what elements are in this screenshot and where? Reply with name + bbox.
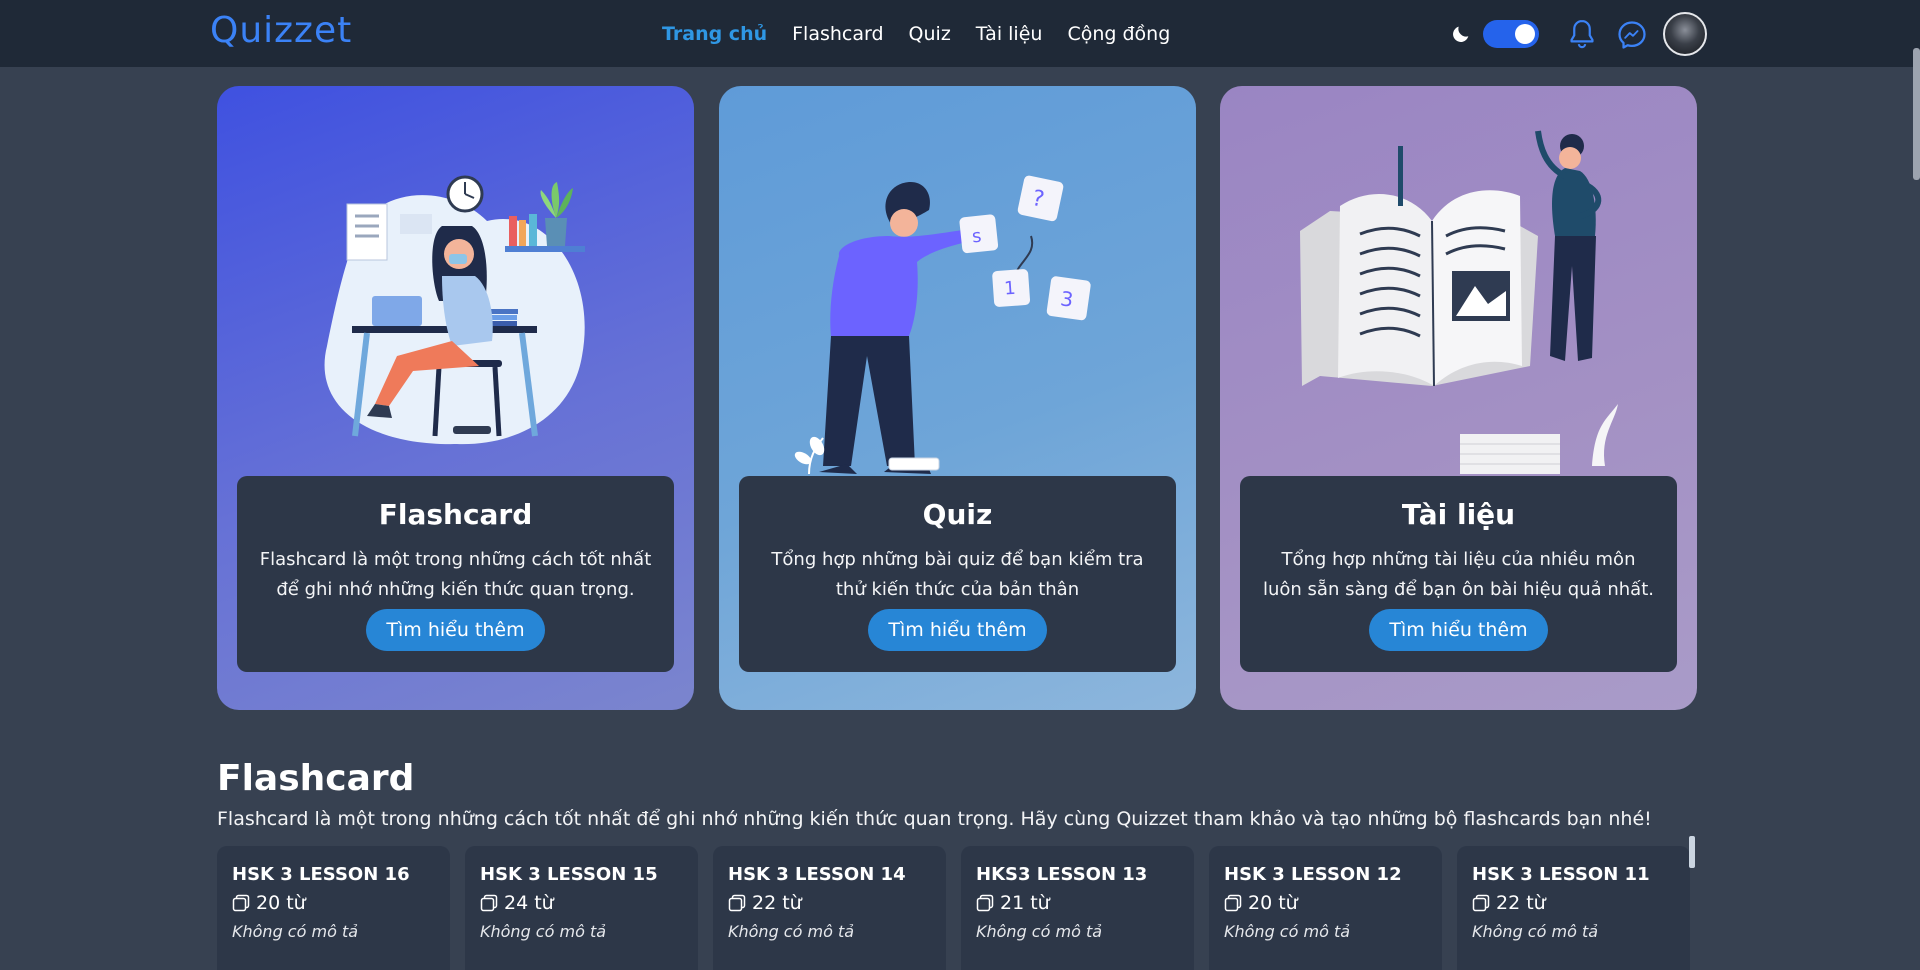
deck-title: HSK 3 LESSON 11 <box>1472 864 1650 885</box>
deck-count-text: 20 từ <box>1248 892 1298 914</box>
hero-desc-quiz: Tổng hợp những bài quiz để bạn kiểm tra … <box>755 545 1160 605</box>
hero-title-flashcard: Flashcard <box>378 498 533 531</box>
deck-count-text: 20 từ <box>256 892 306 914</box>
hero-info-quiz: Quiz Tổng hợp những bài quiz để bạn kiểm… <box>739 476 1176 672</box>
cards-icon <box>232 894 250 912</box>
messenger-icon[interactable] <box>1617 20 1647 50</box>
nav-quiz[interactable]: Quiz <box>909 23 951 45</box>
hero-desc-line-1: Flashcard là một trong những cách tốt nh… <box>259 549 652 570</box>
cards-icon <box>480 894 498 912</box>
flashcard-illustration <box>324 175 585 445</box>
learn-more-quiz-button[interactable]: Tìm hiểu thêm <box>868 609 1047 651</box>
hero-card-quiz: s ? 1 3 Quiz Tổng hợp những bài quiz để … <box>719 86 1196 710</box>
learn-more-flashcard-button[interactable]: Tìm hiểu thêm <box>366 609 545 651</box>
hero-card-documents: Tài liệu Tổng hợp những tài liệu của nhi… <box>1220 86 1697 710</box>
hero-title-documents: Tài liệu <box>1401 498 1516 531</box>
deck-word-count: 20 từ <box>1224 892 1427 914</box>
deck-word-count: 22 từ <box>1472 892 1675 914</box>
deck-word-count: 20 từ <box>232 892 435 914</box>
hero-desc-line-1: Tổng hợp những bài quiz để bạn kiểm tra <box>771 549 1144 570</box>
deck-card[interactable]: HKS3 LESSON 13 21 từ Không có mô tả <box>961 846 1194 970</box>
deck-description: Không có mô tả <box>480 922 607 941</box>
cards-icon <box>728 894 746 912</box>
deck-description: Không có mô tả <box>1472 922 1599 941</box>
cards-icon <box>976 894 994 912</box>
hero-info-documents: Tài liệu Tổng hợp những tài liệu của nhi… <box>1240 476 1677 672</box>
dark-mode-toggle[interactable] <box>1483 20 1539 48</box>
hero-card-flashcard: Flashcard Flashcard là một trong những c… <box>217 86 694 710</box>
hero-desc-line-1: Tổng hợp những tài liệu của nhiều môn <box>1281 549 1636 570</box>
deck-title: HKS3 LESSON 13 <box>976 864 1148 885</box>
user-avatar[interactable] <box>1663 12 1707 56</box>
carousel-scrollbar[interactable] <box>1689 836 1695 868</box>
nav-home[interactable]: Trang chủ <box>662 23 767 45</box>
top-navbar: Quizzet Trang chủ Flashcard Quiz Tài liệ… <box>0 0 1920 67</box>
svg-text:1: 1 <box>1003 278 1016 300</box>
deck-word-count: 24 từ <box>480 892 683 914</box>
deck-count-text: 22 từ <box>1496 892 1546 914</box>
nav-community[interactable]: Cộng đồng <box>1067 23 1170 45</box>
deck-card[interactable]: HSK 3 LESSON 16 20 từ Không có mô tả <box>217 846 450 970</box>
deck-count-text: 21 từ <box>1000 892 1050 914</box>
deck-description: Không có mô tả <box>976 922 1103 941</box>
hero-desc-flashcard: Flashcard là một trong những cách tốt nh… <box>253 545 658 605</box>
deck-card[interactable]: HSK 3 LESSON 11 22 từ Không có mô tả <box>1457 846 1690 970</box>
deck-card[interactable]: HSK 3 LESSON 12 20 từ Không có mô tả <box>1209 846 1442 970</box>
deck-card[interactable]: HSK 3 LESSON 14 22 từ Không có mô tả <box>713 846 946 970</box>
toggle-knob <box>1515 24 1535 44</box>
deck-description: Không có mô tả <box>728 922 855 941</box>
deck-card[interactable]: HSK 3 LESSON 15 24 từ Không có mô tả <box>465 846 698 970</box>
flashcard-section-description: Flashcard là một trong những cách tốt nh… <box>217 808 1652 830</box>
hero-desc-documents: Tổng hợp những tài liệu của nhiều môn lu… <box>1256 545 1661 605</box>
moon-icon <box>1453 26 1469 42</box>
documents-illustration <box>1300 130 1618 474</box>
hero-desc-line-2: thử kiến thức của bản thân <box>835 579 1080 600</box>
hero-desc-line-2: luôn sẵn sàng để bạn ôn bài hiệu quả nhấ… <box>1262 579 1654 600</box>
learn-more-documents-button[interactable]: Tìm hiểu thêm <box>1369 609 1548 651</box>
main-nav: Trang chủ Flashcard Quiz Tài liệu Cộng đ… <box>662 0 1170 67</box>
deck-title: HSK 3 LESSON 12 <box>1224 864 1402 885</box>
deck-word-count: 22 từ <box>728 892 931 914</box>
quizzet-logo[interactable]: Quizzet <box>210 10 352 51</box>
quiz-illustration: s ? 1 3 <box>794 175 1091 475</box>
deck-word-count: 21 từ <box>976 892 1179 914</box>
notification-bell-icon[interactable] <box>1567 18 1597 50</box>
hero-desc-line-2: để ghi nhớ những kiến thức quan trọng. <box>276 579 635 600</box>
deck-description: Không có mô tả <box>232 922 359 941</box>
deck-description: Không có mô tả <box>1224 922 1351 941</box>
deck-title: HSK 3 LESSON 14 <box>728 864 906 885</box>
page-scrollbar[interactable] <box>1913 48 1920 180</box>
nav-flashcard[interactable]: Flashcard <box>792 23 883 45</box>
hero-info-flashcard: Flashcard Flashcard là một trong những c… <box>237 476 674 672</box>
flashcard-section-title: Flashcard <box>217 758 415 799</box>
cards-icon <box>1224 894 1242 912</box>
nav-documents[interactable]: Tài liệu <box>976 23 1043 45</box>
cards-icon <box>1472 894 1490 912</box>
deck-title: HSK 3 LESSON 16 <box>232 864 410 885</box>
deck-title: HSK 3 LESSON 15 <box>480 864 658 885</box>
deck-count-text: 22 từ <box>752 892 802 914</box>
hero-title-quiz: Quiz <box>922 498 993 531</box>
deck-count-text: 24 từ <box>504 892 554 914</box>
